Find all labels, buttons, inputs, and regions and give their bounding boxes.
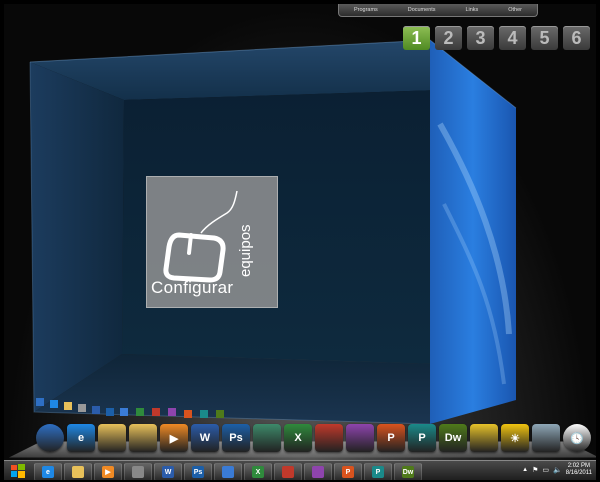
cube-left-face [30,62,124,412]
taskbar-photoshop-icon[interactable]: Ps [184,463,212,480]
taskbar-internet-explorer-icon[interactable]: e [34,463,62,480]
dreamweaver-icon: Dw [402,466,414,478]
taskbar-powerpoint-icon[interactable]: P [334,463,362,480]
folder-icon [72,466,84,478]
powerpoint-icon: P [342,466,354,478]
word-icon: W [162,466,174,478]
logo-word-configurar: Configurar [151,278,234,297]
publisher-icon: P [372,466,384,478]
dock-dreamweaver-icon[interactable]: Dw [439,424,467,452]
desktop-button-5[interactable]: 5 [531,26,558,50]
dock-blank-app-icon[interactable] [253,424,281,452]
dock-cube-icon[interactable] [470,424,498,452]
taskbar-dreamweaver-icon[interactable]: Dw [394,463,422,480]
clock-time: 2:02 PM [567,463,591,469]
dock-powerpoint-icon[interactable]: P [377,424,405,452]
taskbar-publisher-icon[interactable]: P [364,463,392,480]
dock: e ▶ W Ps X P P Dw ☀ 🕓 [36,424,591,452]
top-menu-links[interactable]: Links [465,7,478,13]
desktop-switcher: 1 2 3 4 5 6 [403,26,590,50]
desktop-button-6[interactable]: 6 [563,26,590,50]
dock-publisher-icon[interactable]: P [408,424,436,452]
dock-media-player-icon[interactable]: ▶ [160,424,188,452]
desktop-button-3[interactable]: 3 [467,26,494,50]
network-icon[interactable]: ▭ [542,466,549,474]
taskbar-excel-icon[interactable]: X [244,463,272,480]
photoshop-icon: Ps [192,466,204,478]
dock-weather-icon[interactable]: ☀ [501,424,529,452]
desktop-cube [29,39,517,425]
dock-folder-icon[interactable] [98,424,126,452]
desktop-button-4[interactable]: 4 [499,26,526,50]
winrar-icon [312,466,324,478]
ccleaner-icon [282,466,294,478]
taskbar-folder-icon[interactable] [64,463,92,480]
top-menu-other[interactable]: Other [508,7,522,13]
taskbar-app-icon[interactable] [214,463,242,480]
internet-explorer-icon: e [42,466,54,478]
windows-start-icon[interactable] [10,463,26,479]
top-menu-bar: Programs Documents Links Other [338,4,538,17]
taskbar-word-icon[interactable]: W [154,463,182,480]
configurar-equipos-logo: Configurar equipos [146,176,278,308]
dock-word-icon[interactable]: W [191,424,219,452]
desktop: Programs Documents Links Other 1 2 3 4 5… [4,4,596,480]
system-tray: ▲ ⚑ ▭ 🔈 2:02 PM 8/16/2011 [522,463,592,477]
taskbar-items: e ▶ W Ps X P P Dw [34,463,422,480]
clock-date: 8/16/2011 [565,470,592,476]
taskbar: e ▶ W Ps X P P Dw ▲ ⚑ ▭ 🔈 2:02 PM 8/16/2011 [4,460,596,480]
app-icon [222,466,234,478]
excel-icon: X [252,466,264,478]
top-menu-documents[interactable]: Documents [408,7,436,13]
dock-windows-orb-icon[interactable] [36,424,64,452]
media-player-icon: ▶ [102,466,114,478]
taskbar-media-player-icon[interactable]: ▶ [94,463,122,480]
app-icon [132,466,144,478]
clock[interactable]: 2:02 PM 8/16/2011 [566,463,592,477]
dock-clock-icon[interactable]: 🕓 [563,424,591,452]
taskbar-ccleaner-icon[interactable] [274,463,302,480]
tray-arrow-icon[interactable]: ▲ [522,467,528,473]
dock-winrar-icon[interactable] [346,424,374,452]
dock-folder-icon[interactable] [129,424,157,452]
dock-excel-icon[interactable]: X [284,424,312,452]
volume-icon[interactable]: 🔈 [553,466,562,474]
top-menu-programs[interactable]: Programs [354,7,378,13]
dock-internet-explorer-icon[interactable]: e [67,424,95,452]
desktop-button-1[interactable]: 1 [403,26,430,50]
dock-ccleaner-icon[interactable] [315,424,343,452]
desktop-button-2[interactable]: 2 [435,26,462,50]
taskbar-app-icon[interactable] [124,463,152,480]
logo-word-equipos: equipos [237,224,254,277]
taskbar-winrar-icon[interactable] [304,463,332,480]
flag-icon[interactable]: ⚑ [532,466,538,474]
dock-recycle-bin-icon[interactable] [532,424,560,452]
dock-photoshop-icon[interactable]: Ps [222,424,250,452]
